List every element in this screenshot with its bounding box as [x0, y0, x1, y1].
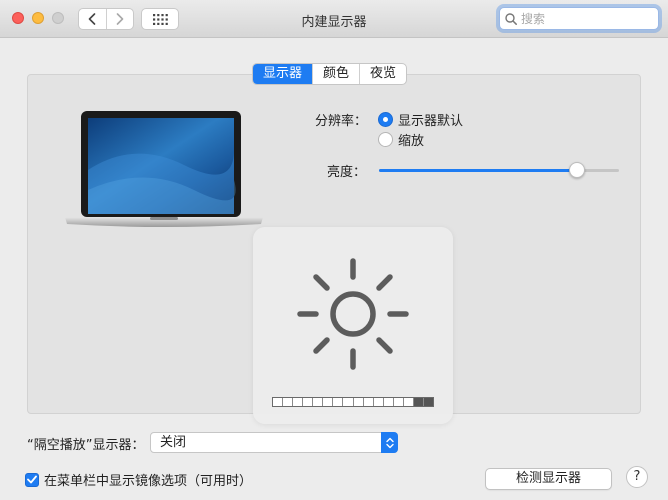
- resolution-default-option[interactable]: 显示器默认: [378, 110, 463, 129]
- brightness-sun-icon: [297, 258, 409, 370]
- brightness-level-segment: [404, 398, 414, 406]
- brightness-label: 亮度：: [327, 165, 367, 180]
- radio-unselected[interactable]: [378, 132, 393, 147]
- tab-night-shift[interactable]: 夜览: [359, 64, 406, 84]
- airplay-label: “隔空播放”显示器：: [27, 438, 145, 453]
- brightness-level-segment: [313, 398, 324, 406]
- search-input[interactable]: [521, 11, 651, 26]
- brightness-level-segment: [303, 398, 314, 406]
- brightness-level-segment: [354, 398, 364, 406]
- slider-fill: [379, 169, 577, 172]
- brightness-level-segment: [273, 398, 284, 406]
- tab-display[interactable]: 显示器: [253, 64, 313, 84]
- resolution-scaled-option[interactable]: 缩放: [378, 130, 424, 149]
- brightness-level-segment: [293, 398, 304, 406]
- help-button[interactable]: ?: [626, 466, 648, 488]
- brightness-level-segment: [374, 398, 384, 406]
- brightness-level-segment: [364, 398, 374, 406]
- tab-bar: 显示器 颜色 夜览: [252, 63, 408, 85]
- brightness-level-bar: [272, 397, 434, 407]
- brightness-level-segment: [413, 398, 424, 406]
- brightness-level-segment: [283, 398, 294, 406]
- detect-displays-button[interactable]: 检测显示器: [485, 468, 612, 490]
- title-bar: 内建显示器: [0, 0, 668, 38]
- slider-thumb[interactable]: [569, 162, 585, 178]
- brightness-level-segment: [323, 398, 334, 406]
- radio-label: 缩放: [398, 134, 425, 149]
- mirror-option-checkbox[interactable]: [25, 472, 39, 487]
- brightness-level-segment: [343, 398, 354, 406]
- tab-color[interactable]: 颜色: [312, 64, 359, 84]
- brightness-level-segment: [333, 398, 344, 406]
- brightness-level-segment: [423, 398, 433, 406]
- popup-arrows-icon: [381, 432, 398, 453]
- brightness-slider[interactable]: [379, 162, 619, 178]
- search-field[interactable]: [499, 7, 659, 30]
- brightness-level-segment: [394, 398, 404, 406]
- brightness-level-segment: [384, 398, 394, 406]
- brightness-hud: [253, 227, 453, 424]
- mirror-option-row[interactable]: 在菜单栏中显示镜像选项（可用时）: [25, 470, 252, 489]
- search-icon: [505, 12, 517, 25]
- radio-label: 显示器默认: [398, 114, 464, 129]
- airplay-selected-value: 关闭: [160, 435, 187, 450]
- preferences-window: 内建显示器 显示器 颜色 夜览: [0, 0, 668, 500]
- laptop-display-icon: [65, 111, 263, 227]
- resolution-label: 分辨率：: [315, 114, 368, 129]
- checkmark-icon: [27, 475, 37, 484]
- mirror-option-label: 在菜单栏中显示镜像选项（可用时）: [44, 474, 253, 489]
- radio-selected[interactable]: [378, 112, 393, 127]
- airplay-select[interactable]: 关闭: [150, 432, 398, 453]
